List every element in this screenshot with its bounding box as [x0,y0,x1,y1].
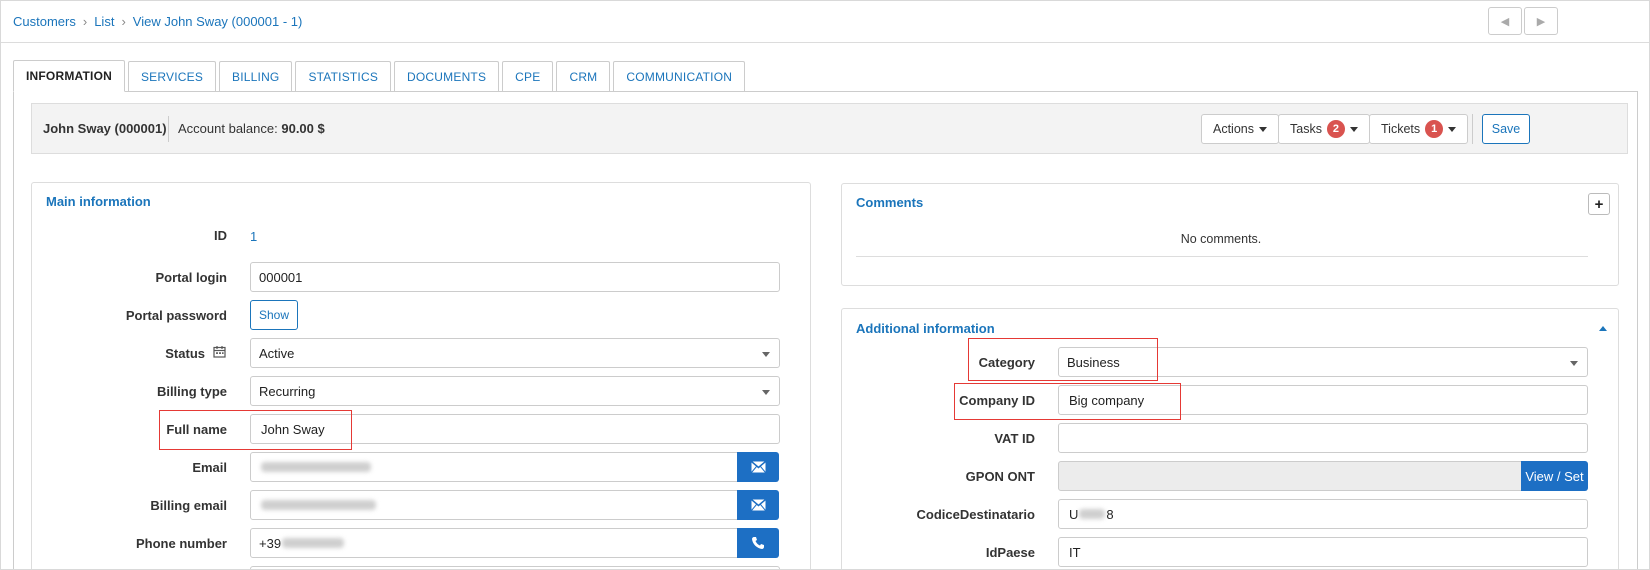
tab-statistics[interactable]: STATISTICS [295,61,392,91]
top-bar: Customers › List › View John Sway (00000… [1,1,1649,43]
divider [168,116,169,142]
collapse-caret-icon[interactable] [1599,326,1607,331]
tickets-count-badge: 1 [1425,120,1444,138]
caret-down-icon [1349,126,1358,132]
tab-billing[interactable]: BILLING [219,61,293,91]
triangle-left-icon: ◀ [1500,15,1510,28]
divider [1472,114,1473,144]
highlight-category [968,338,1158,381]
vat-id-input[interactable] [1058,423,1588,453]
calendar-icon[interactable] [213,345,226,361]
redacted-text [261,500,376,510]
codice-destinatario-label: CodiceDestinatario [916,507,1035,522]
customer-name: John Sway (000001) [43,121,167,136]
panel-title: Comments [856,195,924,210]
tab-bar: INFORMATION SERVICES BILLING STATISTICS … [13,60,748,92]
breadcrumb-list[interactable]: List [94,14,114,29]
send-email-button[interactable] [737,452,779,482]
save-button[interactable]: Save [1482,114,1530,144]
billing-type-select[interactable]: Recurring [250,376,780,406]
redacted-text [1079,509,1106,519]
phone-icon [752,537,764,549]
idpaese-label: IdPaese [985,545,1035,560]
tab-information[interactable]: INFORMATION [13,60,125,92]
tab-documents[interactable]: DOCUMENTS [394,61,500,91]
redacted-text [261,462,371,472]
balance-value: 90.00 $ [281,121,325,136]
call-phone-button[interactable] [737,528,779,558]
tasks-count-badge: 2 [1326,120,1345,138]
gpon-ont-input [1058,461,1522,491]
chevron-right-icon: › [82,14,88,29]
triangle-right-icon: ▶ [1536,15,1546,28]
redacted-text [282,538,345,548]
codice-prefix: U [1069,506,1079,522]
id-label: ID [214,228,227,243]
portal-login-input[interactable]: 000001 [250,262,780,292]
tab-crm[interactable]: CRM [556,61,611,91]
tickets-button[interactable]: Tickets 1 [1369,114,1469,144]
tasks-button[interactable]: Tasks 2 [1278,114,1370,144]
envelope-icon [750,461,766,473]
codice-destinatario-input[interactable]: U 8 [1058,499,1588,529]
breadcrumb-customers[interactable]: Customers [13,14,76,29]
send-billing-email-button[interactable] [737,490,779,520]
status-select[interactable]: Active [250,338,780,368]
actions-label: Actions [1213,122,1254,136]
caret-down-icon [1259,126,1267,132]
tab-communication[interactable]: COMMUNICATION [613,61,746,91]
app-window: Customers › List › View John Sway (00000… [0,0,1650,570]
billing-type-label: Billing type [156,384,227,399]
panel-title: Main information [46,194,151,209]
billing-email-label: Billing email [150,498,227,513]
gpon-ont-label: GPON ONT [965,469,1035,484]
previous-record-button[interactable]: ◀ [1488,7,1522,35]
panel-title: Additional information [856,321,995,336]
no-comments-text: No comments. [1180,232,1262,246]
balance-label: Account balance: [178,121,278,136]
billing-email-input[interactable] [250,490,738,520]
divider [856,256,1588,257]
idpaese-input[interactable]: IT [1058,537,1588,567]
plus-icon: + [1594,195,1604,213]
phone-prefix: +39 [259,535,282,551]
id-value: 1 [250,229,258,244]
envelope-icon [750,499,766,511]
account-balance: Account balance: 90.00 $ [178,121,325,136]
view-set-button[interactable]: View / Set [1521,461,1588,491]
vat-id-label: VAT ID [994,431,1035,446]
customer-header: John Sway (000001) Account balance: 90.0… [31,103,1628,154]
email-input[interactable] [250,452,738,482]
tasks-label: Tasks [1290,122,1322,136]
tab-cpe[interactable]: CPE [502,61,554,91]
show-password-button[interactable]: Show [250,300,298,330]
next-record-button[interactable]: ▶ [1524,7,1558,35]
comments-panel: Comments + No comments. [841,183,1619,286]
add-comment-button[interactable]: + [1588,193,1610,215]
chevron-right-icon: › [121,14,126,29]
tab-services[interactable]: SERVICES [127,61,217,91]
email-label: Email [192,460,227,475]
phone-number-input[interactable]: +39 [250,528,738,558]
highlight-company-id [954,383,1181,420]
phone-number-label: Phone number [135,536,227,551]
codice-suffix: 8 [1106,506,1114,522]
tickets-label: Tickets [1381,122,1421,136]
actions-button[interactable]: Actions [1201,114,1279,144]
portal-login-label: Portal login [155,270,228,285]
portal-password-label: Portal password [125,308,227,323]
status-label: Status [165,346,205,361]
breadcrumb: Customers › List › View John Sway (00000… [13,14,302,29]
caret-down-icon [1448,126,1457,132]
highlight-full-name [159,410,352,450]
breadcrumb-current[interactable]: View John Sway (000001 - 1) [133,14,303,29]
next-field-input[interactable] [250,566,780,569]
